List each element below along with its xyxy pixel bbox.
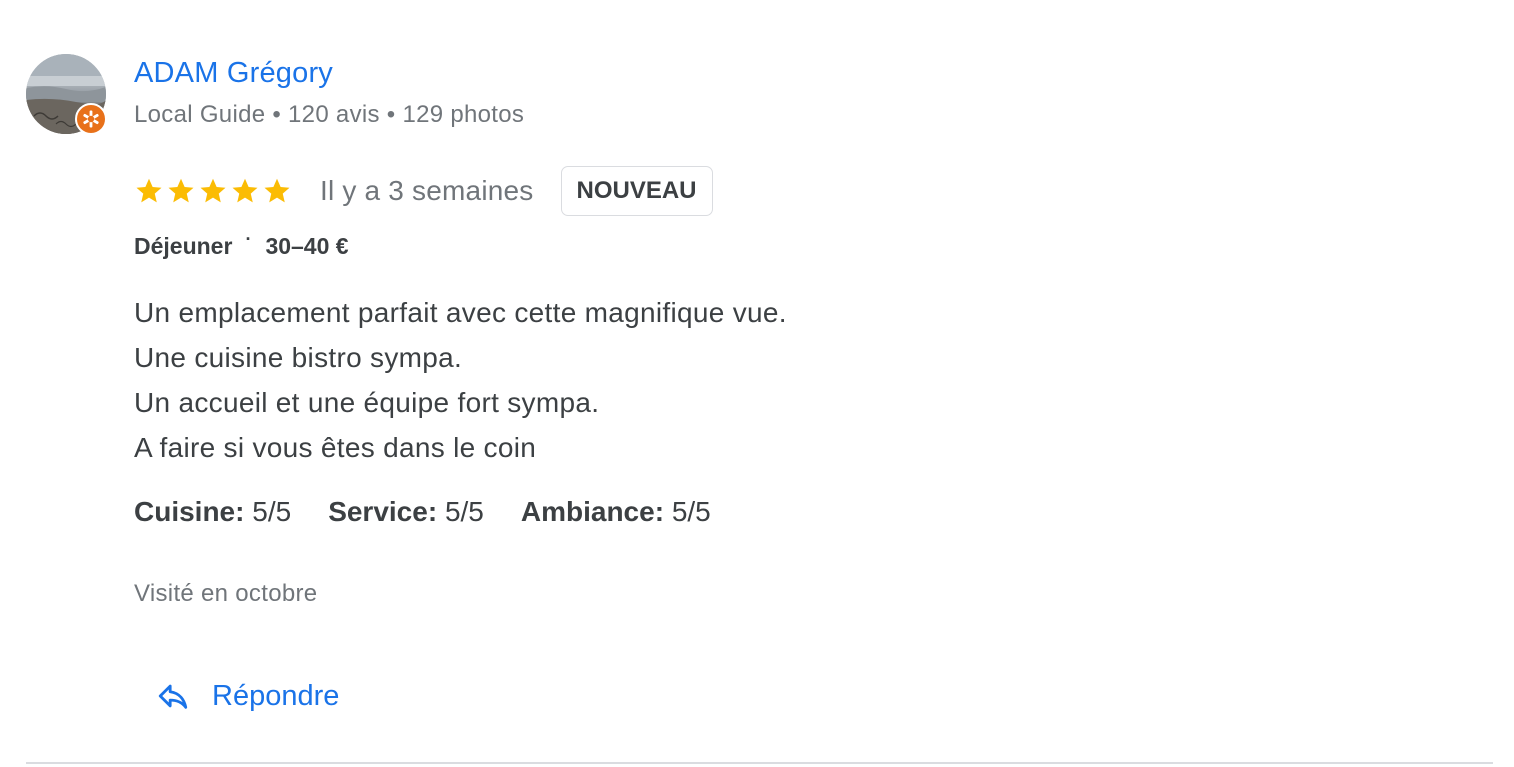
subrating-cuisine: Cuisine: 5/5 bbox=[134, 496, 291, 528]
reply-arrow-icon bbox=[158, 684, 188, 709]
review-text: Un emplacement parfait avec cette magnif… bbox=[134, 290, 787, 470]
author-meta[interactable]: Local Guide • 120 avis • 129 photos bbox=[134, 101, 524, 129]
subrating-ambiance: Ambiance: 5/5 bbox=[521, 496, 711, 528]
divider bbox=[26, 762, 1493, 764]
local-guide-badge-icon bbox=[75, 103, 107, 135]
subrating-label: Service: bbox=[328, 496, 438, 527]
meal-info: Déjeuner · 30–40 € bbox=[134, 229, 349, 260]
review-card: ADAM Grégory Local Guide • 120 avis • 12… bbox=[0, 0, 1514, 767]
star-icon bbox=[136, 178, 162, 203]
review-date: Il y a 3 semaines bbox=[320, 175, 534, 206]
review-text-line: Une cuisine bistro sympa. bbox=[134, 342, 463, 373]
star-rating bbox=[134, 176, 292, 206]
meal-type: Déjeuner bbox=[134, 233, 233, 259]
review-text-line: A faire si vous êtes dans le coin bbox=[134, 432, 537, 463]
subrating-value: 5/5 bbox=[252, 496, 292, 527]
star-icon bbox=[264, 178, 290, 203]
subrating-service: Service: 5/5 bbox=[328, 496, 484, 528]
meal-separator: · bbox=[245, 229, 252, 249]
star-icon bbox=[232, 178, 258, 203]
subrating-label: Ambiance: bbox=[520, 496, 665, 527]
visited-date: Visité en octobre bbox=[134, 580, 318, 607]
star-icon bbox=[200, 178, 226, 203]
review-text-line: Un emplacement parfait avec cette magnif… bbox=[134, 297, 787, 328]
avatar[interactable] bbox=[26, 54, 107, 135]
subrating-label: Cuisine: bbox=[134, 496, 245, 527]
subrating-value: 5/5 bbox=[671, 496, 711, 527]
reply-label: Répondre bbox=[212, 679, 340, 712]
new-badge: NOUVEAU bbox=[560, 166, 713, 216]
star-icon bbox=[168, 178, 194, 203]
rating-row: Il y a 3 semaines NOUVEAU bbox=[134, 164, 713, 218]
reply-button[interactable]: Répondre bbox=[140, 665, 355, 727]
meal-price: 30–40 € bbox=[265, 233, 349, 259]
review-text-line: Un accueil et une équipe fort sympa. bbox=[134, 387, 600, 418]
author-name[interactable]: ADAM Grégory bbox=[134, 57, 333, 90]
subratings: Cuisine: 5/5 Service: 5/5 Ambiance: 5/5 bbox=[134, 496, 748, 528]
subrating-value: 5/5 bbox=[444, 496, 484, 527]
